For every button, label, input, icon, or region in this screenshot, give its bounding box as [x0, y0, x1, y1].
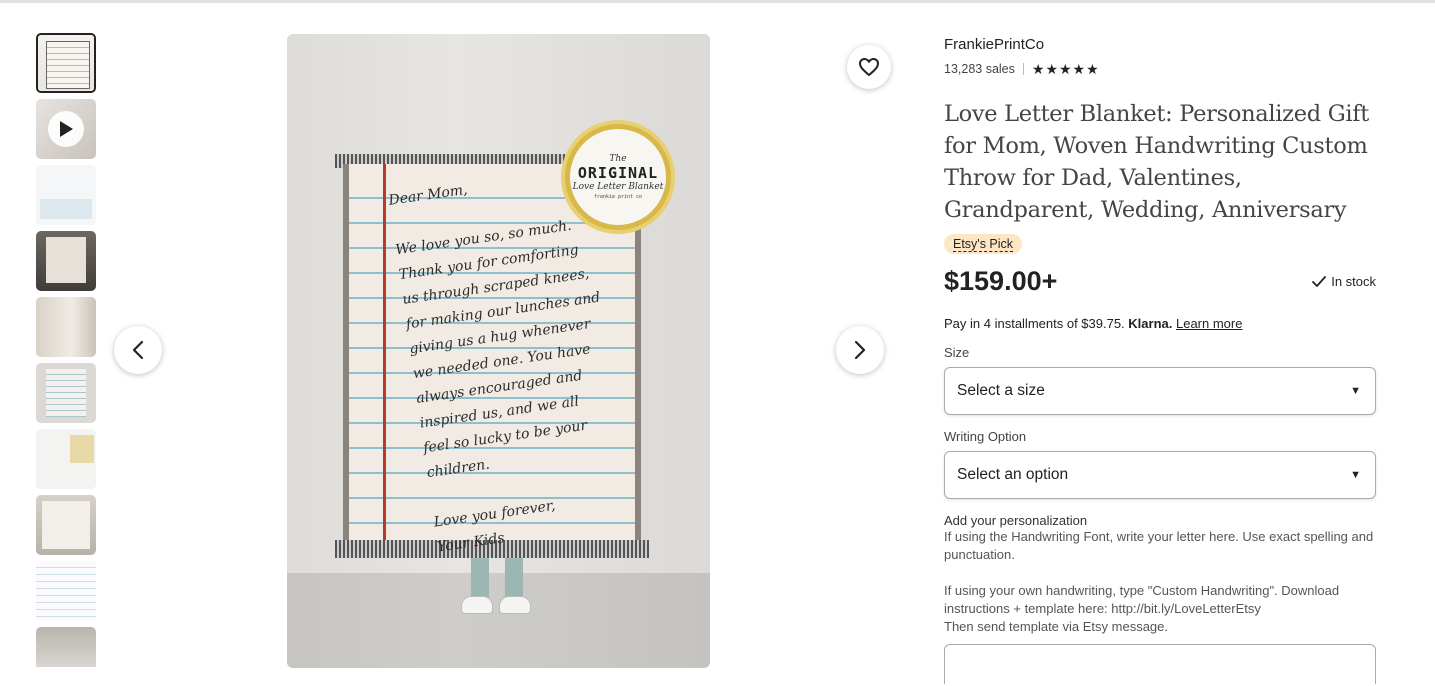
- price: $159.00+: [944, 266, 1058, 296]
- thumbnail-6[interactable]: [36, 363, 96, 423]
- sales-count: 13,283 sales: [944, 62, 1015, 76]
- model-legs: [457, 558, 537, 618]
- product-title: Love Letter Blanket: Personalized Gift f…: [944, 101, 1370, 223]
- thumbnail-8[interactable]: [36, 495, 96, 555]
- caret-down-icon: ▼: [1350, 385, 1361, 397]
- play-icon: [48, 111, 84, 147]
- writing-option-select[interactable]: Select an option ▼: [944, 451, 1376, 499]
- thumbnail-1[interactable]: [36, 33, 96, 93]
- personalization-title: Add your personalization: [944, 513, 1088, 528]
- thumbnail-4[interactable]: [36, 231, 96, 291]
- original-seal: The ORIGINAL Love Letter Blanket frankie…: [565, 124, 671, 230]
- size-select[interactable]: Select a size ▼: [944, 367, 1376, 415]
- thumbnail-list: [36, 33, 96, 667]
- thumbnail-video[interactable]: [36, 99, 96, 159]
- shop-name-link[interactable]: FrankiePrintCo: [944, 36, 1376, 58]
- thumbnail-9[interactable]: [36, 561, 96, 621]
- writing-option-label: Writing Option: [944, 429, 1027, 444]
- favorite-button[interactable]: [847, 45, 891, 89]
- personalization-instructions: If using the Handwriting Font, write you…: [944, 529, 1374, 634]
- top-divider: [0, 0, 1435, 3]
- heart-icon: [859, 58, 879, 76]
- etsys-pick-badge[interactable]: Etsy's Pick: [944, 234, 1023, 254]
- chevron-right-icon: [854, 340, 866, 360]
- check-icon: [1312, 275, 1327, 287]
- divider: [1022, 63, 1024, 75]
- thumbnail-7[interactable]: [36, 429, 96, 489]
- star-rating[interactable]: ★★★★★: [1032, 61, 1100, 78]
- main-product-image: Dear Mom, We love you so, so much. Thank…: [287, 34, 710, 668]
- next-image-button[interactable]: [836, 326, 884, 374]
- personalization-textarea[interactable]: [944, 644, 1376, 684]
- thumbnail-10[interactable]: [36, 627, 96, 667]
- chevron-left-icon: [132, 340, 144, 360]
- caret-down-icon: ▼: [1350, 469, 1361, 481]
- shop-stats: 13,283 sales ★★★★★: [944, 58, 1376, 80]
- price-row: $159.00+ In stock: [944, 260, 1376, 304]
- thumbnail-5[interactable]: [36, 297, 96, 357]
- size-label: Size: [944, 345, 970, 360]
- previous-image-button[interactable]: [114, 326, 162, 374]
- learn-more-link[interactable]: Learn more: [1176, 316, 1242, 331]
- stock-status: In stock: [1311, 274, 1376, 289]
- thumbnail-3[interactable]: [36, 165, 96, 225]
- product-info: FrankiePrintCo 13,283 sales ★★★★★ Love L…: [944, 36, 1376, 684]
- installments-info: Pay in 4 installments of $39.75. Klarna.…: [944, 316, 1243, 331]
